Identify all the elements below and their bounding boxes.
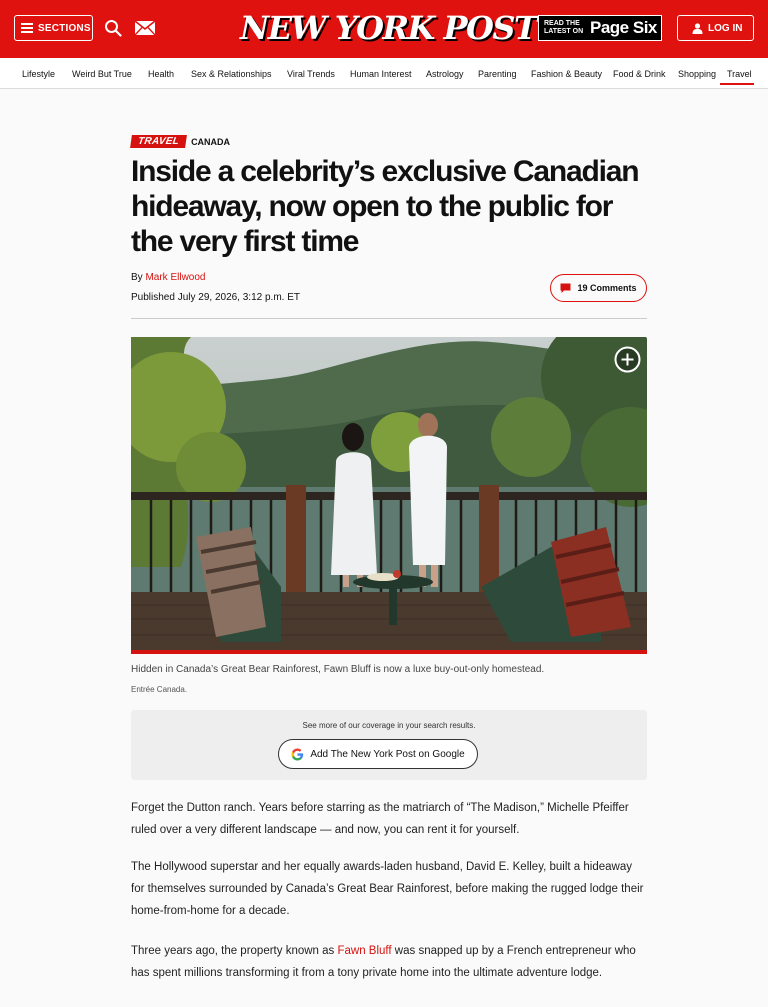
hero-image[interactable] bbox=[131, 337, 647, 650]
google-preferred-source-box: See more of our coverage in your search … bbox=[131, 710, 647, 780]
image-credit: Entrée Canada. bbox=[131, 685, 188, 694]
top-header: SECTIONS NEW YORK POST READ THE LATEST O… bbox=[0, 0, 768, 58]
section-tag[interactable]: TRAVEL bbox=[130, 135, 187, 148]
nav-item-food-drink[interactable]: Food & Drink bbox=[613, 69, 666, 79]
mail-icon[interactable] bbox=[134, 20, 156, 36]
section-nav: Lifestyle Weird But True Health Sex & Re… bbox=[0, 58, 768, 89]
comments-button[interactable]: 19 Comments bbox=[550, 274, 647, 302]
header-divider bbox=[131, 318, 647, 319]
nav-item-fashion-beauty[interactable]: Fashion & Beauty bbox=[531, 69, 602, 79]
nav-item-health[interactable]: Health bbox=[148, 69, 174, 79]
pagesix-promo[interactable]: READ THE LATEST ON Page Six bbox=[538, 15, 662, 41]
pagesix-logo-text: Page Six bbox=[590, 18, 657, 37]
expand-icon[interactable] bbox=[614, 346, 641, 373]
login-label: LOG IN bbox=[708, 22, 743, 34]
image-caption: Hidden in Canada’s Great Bear Rainforest… bbox=[131, 664, 545, 675]
paragraph-3-text-start: Three years ago, the property known as bbox=[131, 945, 338, 957]
site-logo[interactable]: NEW YORK POST bbox=[240, 8, 538, 48]
published-date: Published July 29, 2026, 3:12 p.m. ET bbox=[131, 292, 300, 303]
nav-item-lifestyle[interactable]: Lifestyle bbox=[22, 69, 55, 79]
hamburger-icon bbox=[21, 23, 33, 33]
nav-item-human-interest[interactable]: Human Interest bbox=[350, 69, 412, 79]
search-icon[interactable] bbox=[104, 19, 122, 37]
hero-photo bbox=[131, 337, 647, 650]
comment-icon bbox=[560, 283, 571, 293]
author-link[interactable]: Mark Ellwood bbox=[145, 272, 205, 283]
image-accent-bar bbox=[131, 650, 647, 654]
nav-item-sex-relationships[interactable]: Sex & Relationships bbox=[191, 69, 272, 79]
article-kicker: TRAVEL CANADA bbox=[130, 135, 230, 148]
google-g-icon bbox=[291, 748, 304, 760]
google-promo-note: See more of our coverage in your search … bbox=[302, 721, 476, 730]
nav-item-parenting[interactable]: Parenting bbox=[478, 69, 517, 79]
login-button[interactable]: LOG IN bbox=[677, 15, 754, 41]
article-headline: Inside a celebrity’s exclusive Canadian … bbox=[131, 155, 640, 258]
article-paragraph-2: The Hollywood superstar and her equally … bbox=[131, 861, 644, 917]
nav-item-astrology[interactable]: Astrology bbox=[426, 69, 464, 79]
nav-active-indicator bbox=[720, 83, 754, 85]
article-paragraph-3: Three years ago, the property known as F… bbox=[131, 940, 647, 984]
nav-item-viral-trends[interactable]: Viral Trends bbox=[287, 69, 335, 79]
subsection-tag[interactable]: CANADA bbox=[191, 137, 230, 147]
nav-item-weird-but-true[interactable]: Weird But True bbox=[72, 69, 132, 79]
byline: By Mark Ellwood bbox=[131, 272, 205, 283]
fawn-bluff-link[interactable]: Fawn Bluff bbox=[337, 945, 391, 957]
nav-item-shopping[interactable]: Shopping bbox=[678, 69, 716, 79]
google-button-label: Add The New York Post on Google bbox=[310, 748, 465, 760]
nav-item-travel[interactable]: Travel bbox=[727, 69, 752, 79]
comments-count: 19 Comments bbox=[577, 283, 637, 293]
add-nypost-google-button[interactable]: Add The New York Post on Google bbox=[278, 739, 478, 769]
sections-label: SECTIONS bbox=[38, 22, 91, 34]
article-paragraph-1: Forget the Dutton ranch. Years before st… bbox=[131, 802, 629, 836]
byline-prefix: By bbox=[131, 272, 146, 283]
user-icon bbox=[692, 22, 703, 34]
pagesix-small-text: READ THE LATEST ON bbox=[544, 20, 584, 35]
sections-button[interactable]: SECTIONS bbox=[14, 15, 93, 41]
